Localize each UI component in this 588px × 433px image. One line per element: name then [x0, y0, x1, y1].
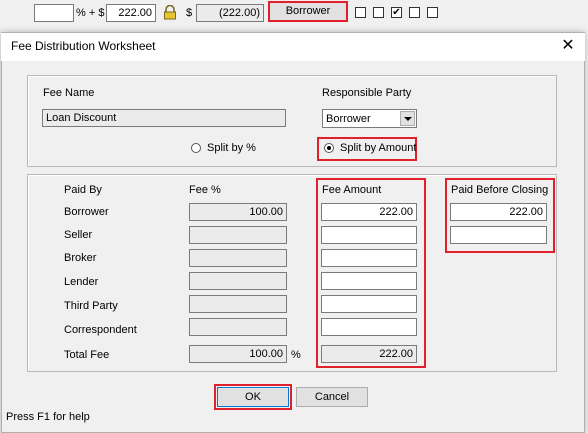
pbc-borrower[interactable]: 222.00 — [450, 203, 547, 221]
pbc-seller[interactable] — [450, 226, 547, 244]
fee-name-label: Fee Name — [43, 87, 95, 99]
cancel-button[interactable]: Cancel — [296, 387, 368, 407]
responsible-party-value: Borrower — [326, 113, 371, 125]
row-label-third-party: Third Party — [64, 300, 118, 312]
total-fee-label: Total Fee — [64, 349, 110, 361]
percent-field[interactable] — [34, 4, 74, 22]
status-text: Press F1 for help — [6, 411, 90, 423]
fee-percent-lender — [189, 272, 287, 290]
checkbox-4[interactable] — [409, 7, 420, 18]
paid-amount-field: (222.00) — [196, 4, 264, 22]
split-by-amount-radio[interactable] — [324, 143, 334, 153]
percent-symbol: % — [291, 349, 301, 361]
row-label-seller: Seller — [64, 229, 93, 241]
fee-amount-header: Fee Amount — [322, 184, 382, 196]
chevron-down-icon[interactable] — [400, 111, 415, 126]
split-by-amount-label[interactable]: Split by Amount — [340, 140, 416, 156]
fee-name-field: Loan Discount — [42, 109, 286, 127]
fee-amount-lender[interactable] — [321, 272, 417, 290]
fee-amount-third-party[interactable] — [321, 295, 417, 313]
amount-field[interactable]: 222.00 — [106, 4, 156, 22]
total-fee-percent: 100.00 — [189, 345, 287, 363]
fee-amount-seller[interactable] — [321, 226, 417, 244]
fee-percent-borrower: 100.00 — [189, 203, 287, 221]
lock-icon[interactable] — [163, 4, 177, 20]
split-by-percent-radio[interactable] — [191, 143, 201, 153]
row-label-correspondent: Correspondent — [64, 324, 137, 336]
responsible-party-label: Responsible Party — [322, 87, 412, 99]
responsible-party-select[interactable]: Borrower — [322, 109, 417, 128]
dollar-label: $ — [186, 7, 193, 19]
fee-percent-broker — [189, 249, 287, 267]
borrower-button[interactable]: Borrower — [268, 1, 348, 22]
checkbox-3[interactable]: ✔ — [391, 7, 402, 18]
row-label-broker: Broker — [64, 252, 97, 264]
paid-before-closing-header: Paid Before Closing — [451, 184, 549, 196]
fee-percent-correspondent — [189, 318, 287, 336]
fee-amount-correspondent[interactable] — [321, 318, 417, 336]
ok-button[interactable]: OK — [217, 387, 289, 407]
split-by-percent-label[interactable]: Split by % — [207, 140, 256, 156]
fee-percent-seller — [189, 226, 287, 244]
dialog-title: Fee Distribution Worksheet — [11, 39, 156, 53]
row-label-borrower: Borrower — [64, 206, 109, 218]
percent-plus-dollar-label: % + $ — [76, 7, 105, 19]
fee-percent-header: Fee % — [189, 184, 221, 196]
fee-amount-borrower[interactable]: 222.00 — [321, 203, 417, 221]
checkbox-1[interactable] — [355, 7, 366, 18]
close-icon[interactable]: ✕ — [556, 36, 580, 56]
fee-percent-third-party — [189, 295, 287, 313]
paid-by-header: Paid By — [64, 184, 102, 196]
fee-amount-broker[interactable] — [321, 249, 417, 267]
total-fee-amount: 222.00 — [321, 345, 417, 363]
checkbox-5[interactable] — [427, 7, 438, 18]
checkbox-2[interactable] — [373, 7, 384, 18]
row-label-lender: Lender — [64, 276, 99, 288]
